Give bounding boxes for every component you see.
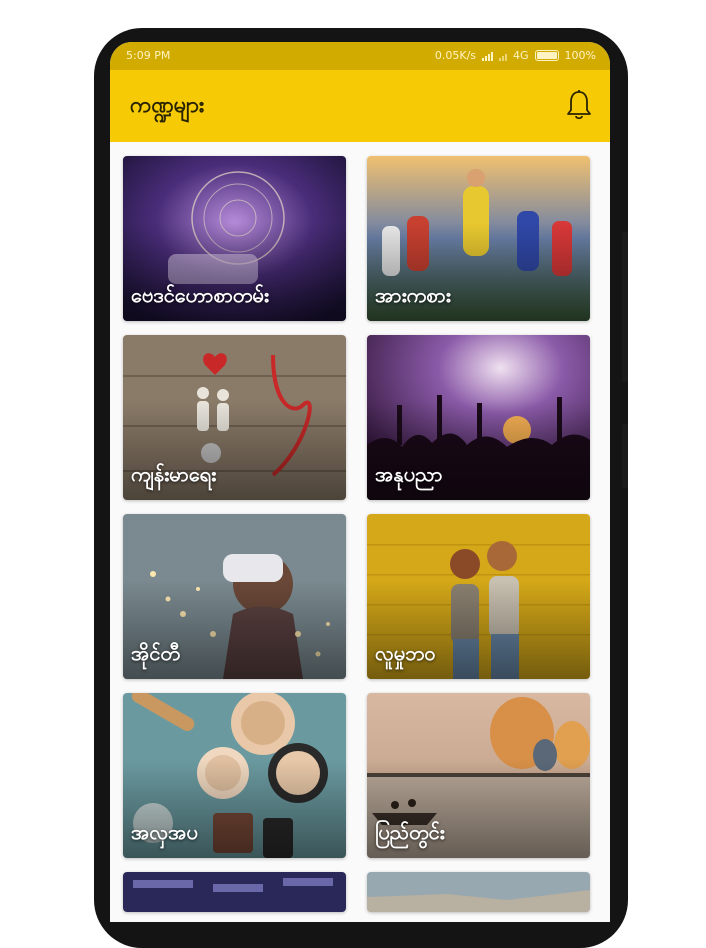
category-card-beauty[interactable]: အလှအပ — [123, 693, 346, 858]
network-type: 4G — [513, 49, 529, 62]
category-label: အလှအပ — [131, 820, 198, 844]
landscape-image — [367, 872, 590, 912]
category-card-sports[interactable]: အားကစား — [367, 156, 590, 321]
page-title: ကဏ္ဍများ — [130, 93, 205, 118]
category-label: အိုင်တီ — [131, 641, 180, 665]
category-card-health[interactable]: ကျန်းမာရေး — [123, 335, 346, 500]
status-time: 5:09 PM — [126, 49, 171, 62]
category-card-social[interactable]: လူမှုဘဝ — [367, 514, 590, 679]
category-label: အားကစား — [375, 283, 451, 307]
signal-icon-2 — [499, 51, 508, 61]
category-label: ပြည်တွင်း — [375, 820, 445, 844]
category-card-it[interactable]: အိုင်တီ — [123, 514, 346, 679]
signal-icon — [482, 51, 494, 61]
news-image — [123, 872, 346, 912]
bell-icon[interactable] — [564, 88, 594, 122]
app-bar: ကဏ္ဍများ — [110, 70, 610, 142]
status-indicators: 0.05K/s 4G 100% — [435, 49, 596, 62]
category-card-astrology[interactable]: ဗေဒင်ဟောစာတမ်း — [123, 156, 346, 321]
category-card-arts[interactable]: အနုပညာ — [367, 335, 590, 500]
category-label: ကျန်းမာရေး — [131, 462, 217, 486]
volume-button — [622, 232, 628, 382]
category-card-news[interactable] — [123, 872, 346, 912]
battery-level: 100% — [564, 49, 596, 62]
category-label: လူမှုဘဝ — [375, 641, 436, 665]
category-card-landscape[interactable] — [367, 872, 590, 912]
phone-screen: 5:09 PM 0.05K/s 4G 100% ကဏ္ဍများ ဗေဒင်ဟေ… — [110, 42, 610, 922]
category-label: ဗေဒင်ဟောစာတမ်း — [131, 283, 269, 307]
network-speed: 0.05K/s — [434, 49, 477, 62]
battery-icon — [534, 50, 559, 61]
category-label: အနုပညာ — [375, 462, 443, 486]
status-bar: 5:09 PM 0.05K/s 4G 100% — [110, 42, 610, 70]
power-button — [622, 424, 628, 488]
category-card-local[interactable]: ပြည်တွင်း — [367, 693, 590, 858]
